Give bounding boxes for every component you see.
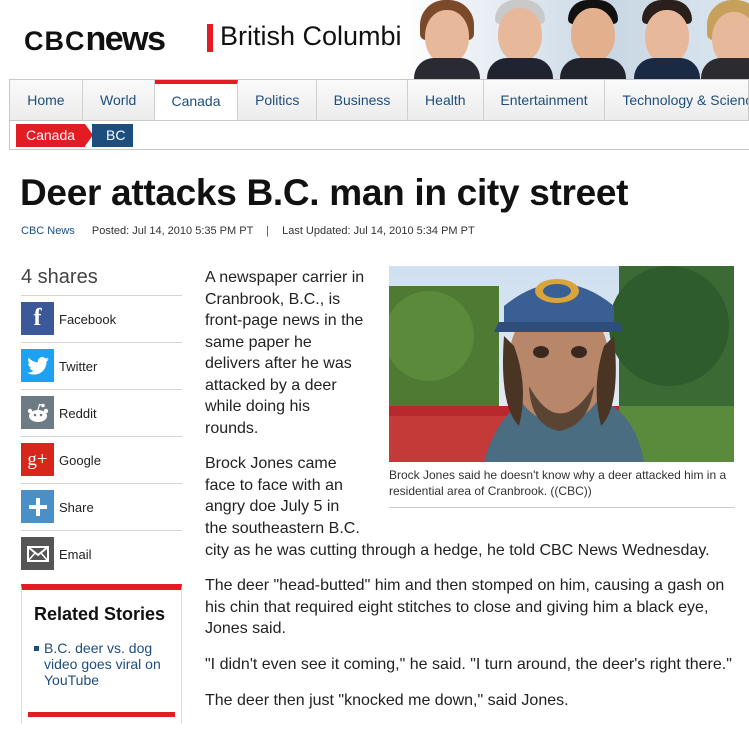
article-paragraph-2-continued: city as he was cutting through a hedge, … [205, 542, 710, 559]
share-label: Twitter [59, 359, 98, 374]
share-label: Share [59, 500, 94, 515]
nav-home[interactable]: Home [10, 80, 83, 120]
byline: CBC News Posted: Jul 14, 2010 5:35 PM PT… [21, 225, 475, 237]
nav-technology-science[interactable]: Technology & Science [605, 80, 748, 120]
breadcrumb-canada[interactable]: Canada [16, 124, 94, 147]
share-list: f Facebook Twitter Reddit g+ Google Shar… [21, 295, 182, 577]
related-story-link[interactable]: B.C. deer vs. dog video goes viral on Yo… [34, 640, 174, 688]
related-stories-title: Related Stories [34, 604, 166, 624]
region-title[interactable]: British Columbia [220, 21, 417, 52]
nav-entertainment[interactable]: Entertainment [484, 80, 606, 120]
related-bottom-bar [28, 712, 175, 717]
share-label: Facebook [59, 312, 117, 327]
share-count: 4 shares [21, 266, 98, 288]
plus-icon [21, 490, 54, 523]
google-plus-icon: g+ [21, 443, 54, 476]
share-label: Reddit [59, 406, 97, 421]
article-photo[interactable] [389, 266, 734, 462]
share-twitter[interactable]: Twitter [21, 342, 182, 389]
share-facebook[interactable]: f Facebook [21, 295, 182, 342]
article-paragraph-5: The deer then just "knocked me down," sa… [205, 692, 569, 709]
share-email[interactable]: Email [21, 530, 182, 577]
cbc-news-logo[interactable]: CBCnews [24, 20, 167, 59]
anchor-photo [412, 0, 482, 80]
byline-updated: Last Updated: Jul 14, 2010 5:34 PM PT [282, 225, 475, 237]
related-stories: Related Stories B.C. deer vs. dog video … [21, 584, 182, 724]
logo-news-text: news [85, 20, 167, 58]
reddit-icon [21, 396, 54, 429]
twitter-icon [21, 349, 54, 382]
facebook-icon: f [21, 302, 54, 335]
breadcrumb-bc[interactable]: BC [92, 124, 134, 147]
site-header: CBCnews British Columbia [0, 0, 749, 80]
share-more[interactable]: Share [21, 483, 182, 530]
main-nav: Home World Canada Politics Business Heal… [9, 79, 749, 121]
region-accent-bar [207, 24, 213, 52]
anchor-photo [484, 0, 556, 80]
nav-canada[interactable]: Canada [154, 80, 239, 120]
email-icon [21, 537, 54, 570]
anchor-photo [701, 0, 749, 80]
share-google[interactable]: g+ Google [21, 436, 182, 483]
photo-caption: Brock Jones said he doesn't know why a d… [389, 468, 727, 498]
article-paragraph-2: Brock Jones came face to face with an angr… [205, 455, 360, 537]
news-anchors-banner [400, 0, 749, 80]
share-label: Email [59, 547, 92, 562]
nav-politics[interactable]: Politics [238, 80, 318, 120]
breadcrumb: Canada BC [9, 121, 749, 150]
logo-cbc-text: CBC [24, 26, 86, 56]
caption-divider [389, 507, 735, 508]
byline-posted: Posted: Jul 14, 2010 5:35 PM PT [91, 225, 254, 237]
nav-health[interactable]: Health [408, 80, 484, 120]
byline-separator: | [266, 225, 270, 237]
anchor-photo [632, 0, 702, 80]
article-paragraph-1: A newspaper carrier in Cranbrook, B.C., i… [205, 269, 365, 437]
share-reddit[interactable]: Reddit [21, 389, 182, 436]
article-paragraph-4: "I didn't even see it coming," he said. … [205, 656, 732, 673]
anchor-photo [558, 0, 628, 80]
article-headline: Deer attacks B.C. man in city street [20, 172, 629, 213]
nav-world[interactable]: World [83, 80, 155, 120]
share-label: Google [59, 453, 101, 468]
nav-business[interactable]: Business [317, 80, 408, 120]
byline-source[interactable]: CBC News [21, 225, 75, 237]
article-paragraph-3: The deer "head-butted" him and then stom… [205, 577, 725, 637]
